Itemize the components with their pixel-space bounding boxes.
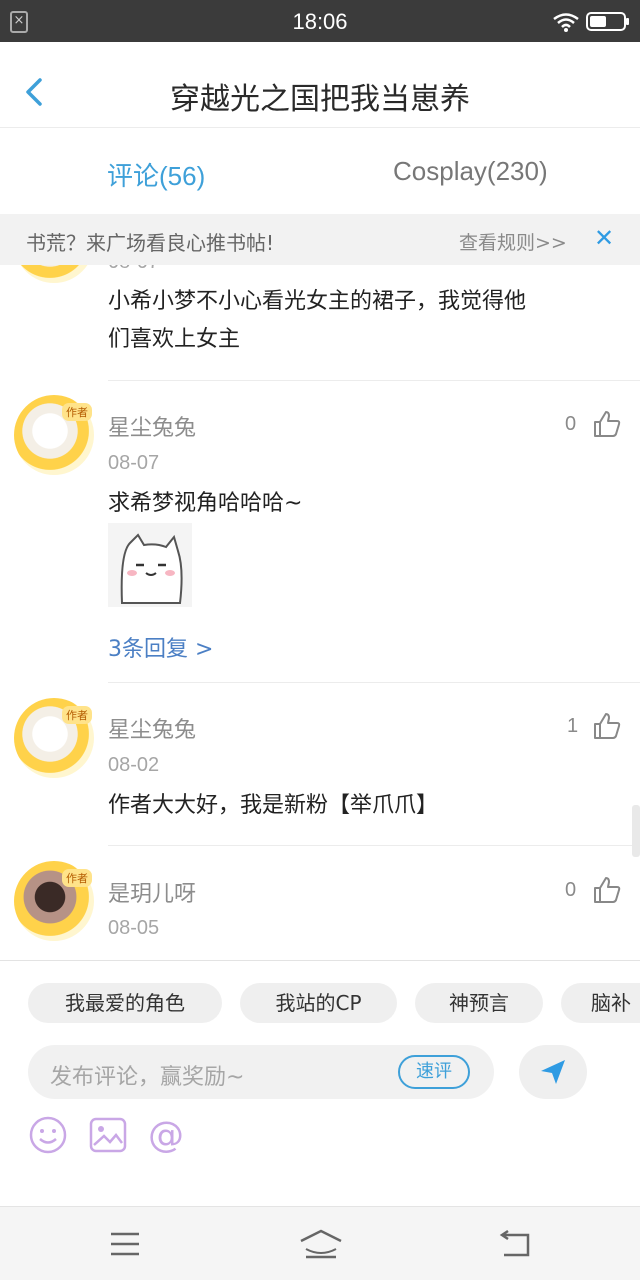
page-title: 穿越光之国把我当崽养 xyxy=(170,82,470,117)
like-count: 0 xyxy=(565,879,577,901)
thumbs-up-icon[interactable] xyxy=(592,711,622,741)
wifi-icon xyxy=(553,13,579,32)
divider xyxy=(108,682,640,683)
thumbs-up-icon[interactable] xyxy=(592,409,622,439)
topic-tag[interactable]: 我最爱的角色 xyxy=(28,983,222,1023)
comment-username[interactable]: 是玥儿呀 xyxy=(108,876,196,908)
comment-date: 08-07 xyxy=(108,265,159,274)
home-icon[interactable] xyxy=(298,1227,344,1261)
status-time: 18:06 xyxy=(292,9,348,34)
tab-comments[interactable]: 评论(56) xyxy=(107,156,205,193)
send-button[interactable] xyxy=(519,1045,587,1099)
status-bar: × 18:06 xyxy=(0,0,640,42)
avatar[interactable]: 作者 xyxy=(14,395,94,475)
svg-text:@: @ xyxy=(148,1115,184,1155)
author-badge: 作者 xyxy=(62,706,92,724)
like-count: 0 xyxy=(565,413,577,435)
like-count: 1 xyxy=(567,715,579,737)
avatar[interactable]: 作者 xyxy=(14,698,94,778)
menu-icon[interactable] xyxy=(105,1227,145,1261)
send-arrow-icon xyxy=(541,1060,565,1084)
divider xyxy=(108,380,640,381)
app-header: 穿越光之国把我当崽养 xyxy=(0,42,640,128)
quick-comment-button[interactable]: 速评 xyxy=(398,1055,470,1089)
replies-link[interactable]: 3条回复 > xyxy=(108,631,213,663)
thumbs-up-icon[interactable] xyxy=(592,875,622,905)
notice-bar: 书荒？来广场看良心推书帖! 查看规则>> ✕ xyxy=(0,214,640,265)
avatar[interactable]: 作者 xyxy=(14,861,94,941)
comment-input[interactable]: 发布评论，赢奖励~ 速评 xyxy=(28,1045,494,1099)
comment-composer: 我最爱的角色 我站的CP 神预言 脑补 发布评论，赢奖励~ 速评 @ xyxy=(0,960,640,1206)
comment-text-line: 小希小梦不小心看光女主的裙子，我觉得他 xyxy=(108,289,527,314)
comment-list[interactable]: 08-07 小希小梦不小心看光女主的裙子，我觉得他 们喜欢上女主 作者 星尘兔兔… xyxy=(0,265,640,960)
comment-text: 求希梦视角哈哈哈~ xyxy=(108,491,303,516)
emoji-icon[interactable] xyxy=(28,1115,68,1155)
tab-cosplay[interactable]: Cosplay(230) xyxy=(393,156,548,187)
mention-icon[interactable]: @ xyxy=(146,1115,186,1155)
comment-username[interactable]: 星尘兔兔 xyxy=(108,410,196,442)
comment-date: 08-07 xyxy=(108,452,160,474)
back-arrow-icon[interactable] xyxy=(496,1227,536,1261)
topic-tag[interactable]: 脑补 xyxy=(561,983,640,1023)
avatar[interactable] xyxy=(14,265,94,283)
author-badge: 作者 xyxy=(62,869,92,887)
notice-text[interactable]: 书荒？来广场看良心推书帖! xyxy=(26,227,274,256)
comment-text: 作者大大好，我是新粉【举爪爪】 xyxy=(108,793,439,818)
scrollbar[interactable] xyxy=(632,805,640,857)
system-nav-bar xyxy=(0,1206,640,1280)
divider xyxy=(108,845,640,846)
cat-sticker-image[interactable] xyxy=(108,523,192,607)
comment-date: 08-05 xyxy=(108,917,160,939)
topic-tag[interactable]: 神预言 xyxy=(415,983,543,1023)
close-icon[interactable]: ✕ xyxy=(594,224,614,252)
tab-bar: 评论(56) Cosplay(230) xyxy=(0,128,640,214)
comment-date: 08-02 xyxy=(108,754,160,776)
author-badge: 作者 xyxy=(62,403,92,421)
topic-tag[interactable]: 我站的CP xyxy=(240,983,397,1023)
battery-icon xyxy=(586,12,629,31)
comment-input-placeholder: 发布评论，赢奖励~ xyxy=(50,1065,245,1090)
comment-username[interactable]: 星尘兔兔 xyxy=(108,712,196,744)
image-icon[interactable] xyxy=(88,1115,128,1155)
comment-text-line: 们喜欢上女主 xyxy=(108,327,241,352)
view-rules-link[interactable]: 查看规则>> xyxy=(459,228,567,255)
